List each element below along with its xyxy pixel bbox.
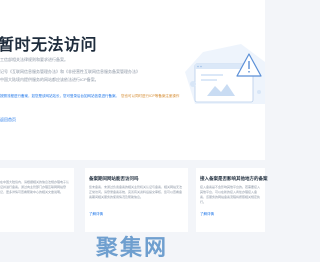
info-card-1: 在中国大陆境内，请根据相关的信息法规办理电子认证并进行备案。通过向主管部门办理互… bbox=[0, 168, 74, 232]
description-line-2: 记号《互联网信息服务管理办法》和《非经营性互联网信息服务备案管理办法》 bbox=[0, 69, 140, 74]
notice-bar: 按照流程进行备案，如您是该网站站长，您可登录后台如网站信息进行备案。 您也可以同… bbox=[0, 92, 180, 100]
notice-extra: 您也可以同时进行ICP等备案注册操作 bbox=[121, 93, 180, 98]
back-home-link[interactable]: 返回首页 bbox=[0, 117, 16, 123]
notice-link[interactable]: 按照流程进行备案，如您是该网站站长，您可登录后台如网站信息进行备案。 bbox=[0, 94, 119, 99]
browser-warning-illustration bbox=[185, 44, 265, 110]
info-card-3: 接入备案是否影响其他地方的备案 接入备案是不会影响其他平台的。若需要接入其他平台… bbox=[196, 168, 268, 232]
page-title: 暂时无法访问 bbox=[0, 37, 98, 54]
info-card-3-link[interactable]: 了解详情 bbox=[200, 212, 214, 217]
info-card-2-title: 备案期间网站能否访问吗 bbox=[89, 176, 139, 181]
info-card-2: 备案期间网站能否访问吗 您未备案，未通过负责备案的相关主管机关认证与备案，相关网… bbox=[85, 168, 188, 232]
info-card-1-text: 在中国大陆境内，请根据相关的信息法规办理电子认证并进行备案。通过向主管部门办理互… bbox=[0, 180, 70, 194]
hero-panel: 暂时无法访问 工信部相关法律规则和要求进行备案。 记号《互联网信息服务管理办法》… bbox=[0, 0, 265, 160]
info-card-2-text: 您未备案，未通过负责备案的相关主管机关认证与备案，相关网站无法正常访问。请登录备… bbox=[89, 185, 183, 199]
info-card-2-link[interactable]: 了解详情 bbox=[89, 212, 103, 217]
description-line-1: 工信部相关法律规则和要求进行备案。 bbox=[0, 57, 68, 62]
watermark-logo: 聚集网 bbox=[95, 235, 168, 260]
description-line-3: 中国大陆境内提供服务的网站都应该依法进行ICP备案。 bbox=[0, 77, 99, 82]
info-card-3-title: 接入备案是否影响其他地方的备案 bbox=[200, 176, 268, 181]
info-card-3-text: 接入备案是不会影响其他平台的。若需要接入其他平台，可以在新的接入商处办理接入备案… bbox=[200, 185, 261, 204]
